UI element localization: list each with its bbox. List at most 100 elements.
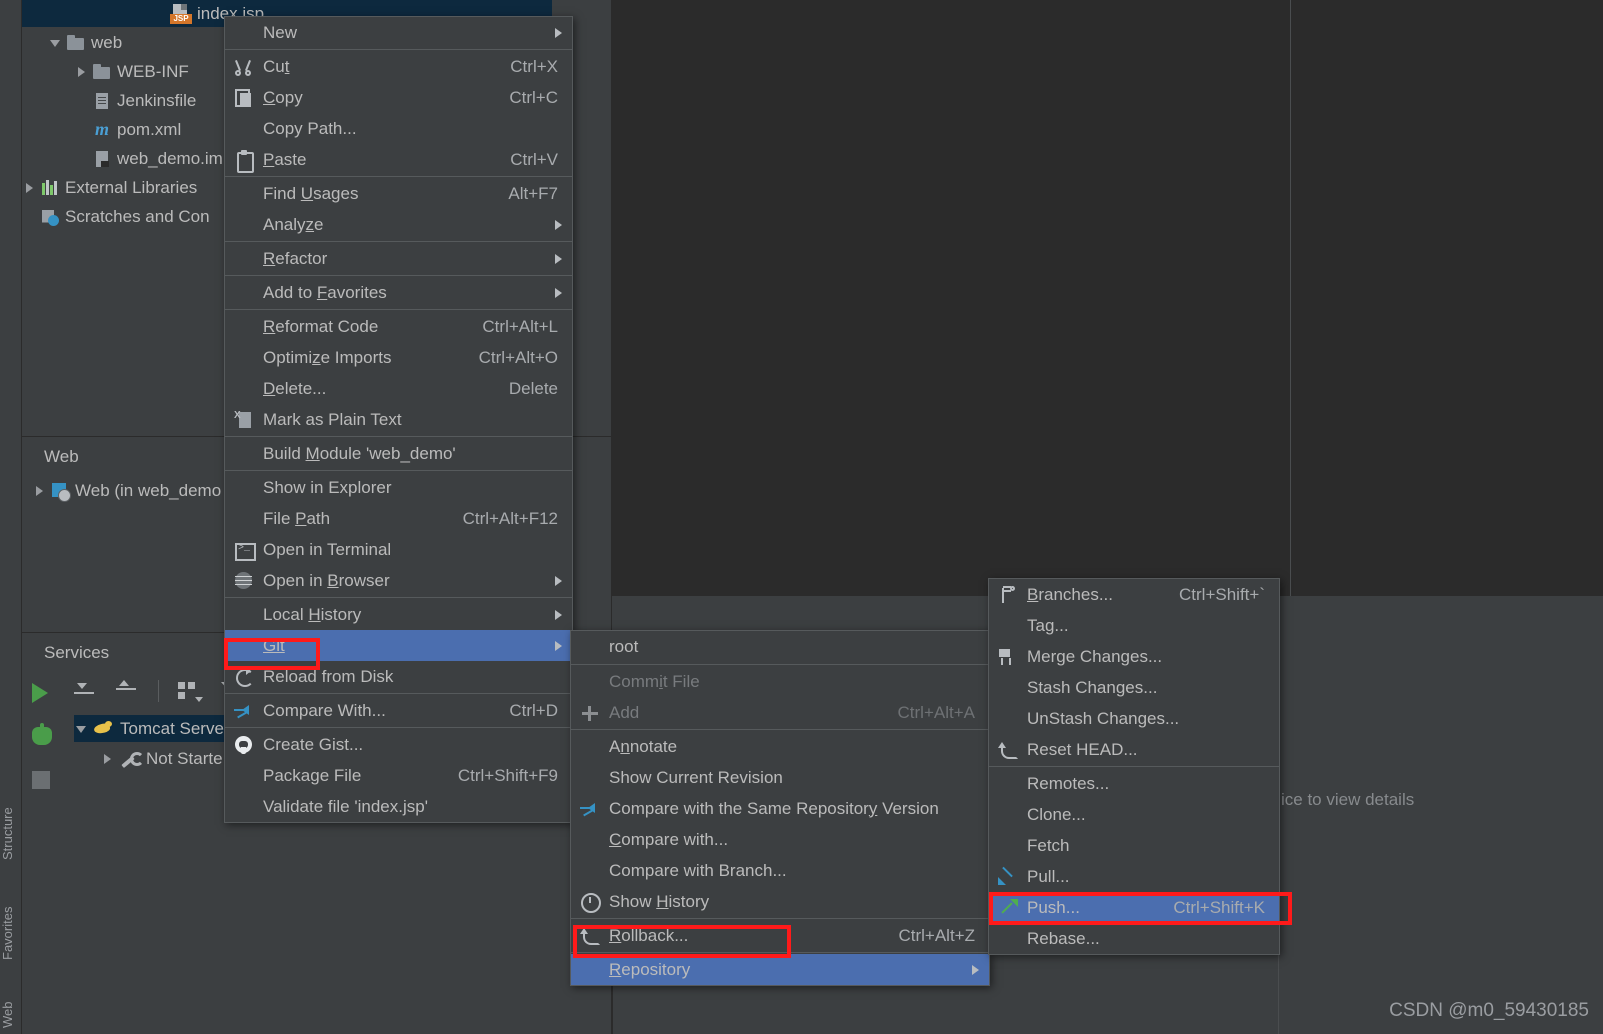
chevron-right-icon[interactable]: [32, 483, 47, 498]
project-tree-row[interactable]: WEB-INF: [74, 58, 189, 85]
submenu-arrow-icon: [555, 640, 562, 651]
menu-item-local-history[interactable]: Local History: [225, 599, 572, 630]
project-tree-label: pom.xml: [117, 119, 182, 139]
menu-item-show-current-revision[interactable]: Show Current Revision: [571, 762, 989, 793]
menu-item-compare-with-branch[interactable]: Compare with Branch...: [571, 855, 989, 886]
services-toolbar[interactable]: [74, 673, 245, 709]
menu-item-pull[interactable]: Pull...: [989, 861, 1279, 892]
web-panel-title: Web: [44, 447, 79, 466]
menu-item-open-in-browser[interactable]: Open in Browser: [225, 565, 572, 596]
menu-item-label: Remotes...: [1027, 773, 1110, 793]
expand-all-icon[interactable]: [74, 679, 98, 703]
menu-item-merge-changes[interactable]: Merge Changes...: [989, 641, 1279, 672]
submenu-arrow-icon: [555, 253, 562, 264]
menu-item-rebase[interactable]: Rebase...: [989, 923, 1279, 954]
project-tree-row[interactable]: web: [48, 29, 122, 56]
project-tree-row[interactable]: web_demo.iml: [74, 145, 227, 172]
menu-item-rollback[interactable]: Rollback... Ctrl+Alt+Z: [571, 920, 989, 951]
menu-item-clone[interactable]: Clone...: [989, 799, 1279, 830]
clock-icon: [579, 892, 601, 913]
project-tree-row[interactable]: Jenkinsfile: [74, 87, 196, 114]
menu-item-compare-with[interactable]: Compare With... Ctrl+D: [225, 695, 572, 726]
plus-icon: [579, 703, 601, 723]
menu-item-label: Package File: [263, 765, 362, 785]
plain-text-icon: [233, 410, 255, 430]
collapse-all-icon[interactable]: [116, 679, 140, 703]
menu-item-compare-with-the-same-repository-version[interactable]: Compare with the Same Repository Version: [571, 793, 989, 824]
git-submenu[interactable]: root Commit File Add Ctrl+Alt+A Annotate Show…: [570, 630, 990, 986]
chevron-down-icon[interactable]: [48, 35, 63, 50]
debug-icon[interactable]: [32, 723, 52, 745]
menu-item-create-gist[interactable]: Create Gist...: [225, 729, 572, 760]
menu-item-git[interactable]: Git: [225, 630, 572, 661]
menu-item-label: Fetch: [1027, 835, 1070, 855]
project-tree-row[interactable]: m pom.xml: [74, 116, 181, 143]
menu-item-copy-path[interactable]: Copy Path...: [225, 113, 572, 144]
menu-item-fetch[interactable]: Fetch: [989, 830, 1279, 861]
folder-icon: [92, 63, 112, 81]
menu-item-reset-head[interactable]: Reset HEAD...: [989, 734, 1279, 765]
menu-item-remotes[interactable]: Remotes...: [989, 768, 1279, 799]
menu-item-package-file[interactable]: Package File Ctrl+Shift+F9: [225, 760, 572, 791]
menu-item-branches[interactable]: Branches... Ctrl+Shift+`: [989, 579, 1279, 610]
menu-header: root: [571, 631, 989, 663]
web-module-row[interactable]: Web (in web_demo: [32, 477, 221, 504]
menu-item-paste[interactable]: Paste Ctrl+V: [225, 144, 572, 175]
chevron-right-icon[interactable]: [22, 180, 37, 195]
menu-item-show-in-explorer[interactable]: Show in Explorer: [225, 472, 572, 503]
scratches-icon: [40, 208, 60, 226]
chevron-down-icon[interactable]: [74, 721, 89, 736]
menu-item-optimize-imports[interactable]: Optimize Imports Ctrl+Alt+O: [225, 342, 572, 373]
services-tree-row-not-started[interactable]: Not Starte: [100, 745, 223, 772]
menu-item-reformat-code[interactable]: Reformat Code Ctrl+Alt+L: [225, 311, 572, 342]
group-by-icon[interactable]: [177, 679, 203, 703]
menu-item-annotate[interactable]: Annotate: [571, 731, 989, 762]
menu-separator: [225, 597, 572, 598]
menu-item-file-path[interactable]: File Path Ctrl+Alt+F12: [225, 503, 572, 534]
menu-item-find-usages[interactable]: Find Usages Alt+F7: [225, 178, 572, 209]
menu-item-mark-as-plain-text[interactable]: Mark as Plain Text: [225, 404, 572, 435]
web-module-label: Web (in web_demo: [75, 480, 222, 500]
file-context-menu[interactable]: New Cut Ctrl+X Copy Ctrl+C Copy Path... Paste C…: [224, 16, 573, 823]
tool-window-label-web[interactable]: Web: [0, 1002, 15, 1029]
left-tool-window-strip[interactable]: Structure Favorites Web: [0, 0, 22, 1034]
menu-item-show-history[interactable]: Show History: [571, 886, 989, 917]
menu-item-repository[interactable]: Repository: [571, 954, 989, 985]
library-icon: [40, 179, 60, 197]
menu-item-tag[interactable]: Tag...: [989, 610, 1279, 641]
menu-item-label: Open in Browser: [263, 570, 390, 590]
menu-item-compare-with[interactable]: Compare with...: [571, 824, 989, 855]
github-icon: [233, 735, 255, 755]
menu-item-cut[interactable]: Cut Ctrl+X: [225, 51, 572, 82]
menu-item-label: Copy Path...: [263, 118, 357, 138]
project-tree-row[interactable]: Scratches and Con: [22, 203, 210, 230]
project-tree-row[interactable]: External Libraries: [22, 174, 197, 201]
menu-item-open-in-terminal[interactable]: Open in Terminal: [225, 534, 572, 565]
rollback-icon: [997, 740, 1019, 760]
reload-icon: [233, 666, 255, 687]
menu-item-stash-changes[interactable]: Stash Changes...: [989, 672, 1279, 703]
menu-item-build-module-web-demo[interactable]: Build Module 'web_demo': [225, 438, 572, 469]
tool-window-label-structure[interactable]: Structure: [0, 807, 15, 860]
compare-icon: [233, 701, 255, 721]
repository-submenu[interactable]: Branches... Ctrl+Shift+` Tag... Merge Chang…: [988, 578, 1280, 955]
stop-icon[interactable]: [32, 771, 50, 789]
menu-separator: [571, 729, 989, 730]
menu-item-new[interactable]: New: [225, 17, 572, 48]
menu-item-push[interactable]: Push... Ctrl+Shift+K: [989, 892, 1279, 923]
submenu-arrow-icon: [555, 287, 562, 298]
run-icon[interactable]: [32, 683, 48, 703]
services-run-toolbar[interactable]: [22, 671, 72, 831]
tool-window-label-favorites[interactable]: Favorites: [0, 907, 15, 960]
chevron-right-icon[interactable]: [100, 751, 115, 766]
menu-item-unstash-changes[interactable]: UnStash Changes...: [989, 703, 1279, 734]
menu-item-copy[interactable]: Copy Ctrl+C: [225, 82, 572, 113]
menu-item-delete[interactable]: Delete... Delete: [225, 373, 572, 404]
menu-item-refactor[interactable]: Refactor: [225, 243, 572, 274]
menu-item-validate-file-index-jsp[interactable]: Validate file 'index.jsp': [225, 791, 572, 822]
menu-item-add-to-favorites[interactable]: Add to Favorites: [225, 277, 572, 308]
chevron-right-icon[interactable]: [74, 64, 89, 79]
menu-item-analyze[interactable]: Analyze: [225, 209, 572, 240]
menu-item-reload-from-disk[interactable]: Reload from Disk: [225, 661, 572, 692]
